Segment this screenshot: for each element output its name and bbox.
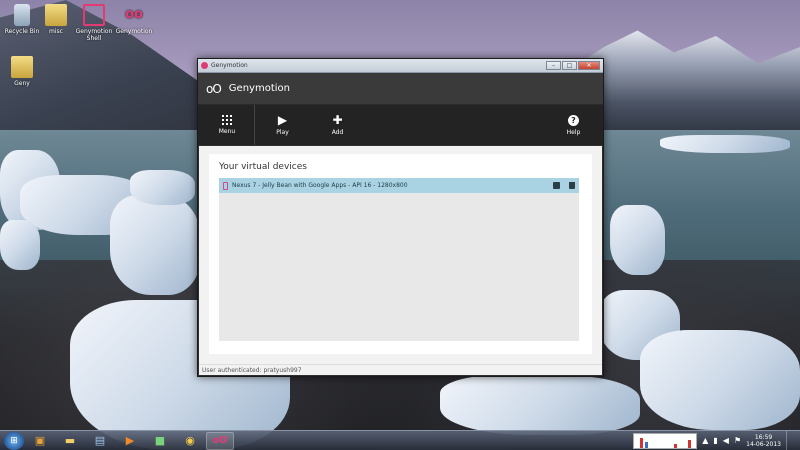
wallpaper-ice [130, 170, 195, 205]
taskbar-app-installer[interactable]: ▣ [26, 432, 54, 450]
media-player-icon: ▶ [125, 434, 135, 447]
menu-button[interactable]: Menu [200, 105, 255, 145]
genymotion-shell-icon [83, 4, 105, 26]
add-button-label: Add [331, 129, 344, 136]
help-button[interactable]: ? Help [546, 105, 601, 145]
installer-icon: ▣ [34, 434, 46, 447]
desktop-icon-label: Genymotion [115, 28, 153, 35]
system-tray: ▲ ▮ ◀ ⚑ 16:59 14-06-2013 [633, 430, 800, 450]
folder-icon [11, 56, 33, 78]
tray-arrow-icon[interactable]: ▲ [702, 436, 708, 445]
maximize-button[interactable]: □ [562, 61, 577, 70]
main-toolbar: Menu ▶ Play ✚ Add ? Help [198, 105, 603, 145]
genymotion-logo-icon: oO [206, 81, 222, 96]
titlebar-left: Genymotion [201, 62, 248, 69]
folder-icon: ▬ [64, 434, 76, 447]
clock-time: 16:59 [754, 433, 773, 441]
add-button[interactable]: ✚ Add [310, 105, 365, 145]
device-list[interactable]: Nexus 7 - Jelly Bean with Google Apps - … [219, 178, 579, 341]
app-icon [201, 62, 208, 69]
taskbar-app-media[interactable]: ▶ [116, 432, 144, 450]
device-name: Nexus 7 - Jelly Bean with Google Apps - … [232, 182, 408, 189]
desktop-icon-genymotion-shell[interactable]: Genymotion Shell [72, 4, 116, 42]
help-icon: ? [568, 114, 579, 126]
device-row[interactable]: Nexus 7 - Jelly Bean with Google Apps - … [219, 178, 579, 193]
help-button-label: Help [566, 128, 581, 136]
wallpaper-ice [440, 375, 640, 435]
taskbar: ⊞ ▣ ▬ ▤ ▶ ■ ◉ oO ▲ ▮ ◀ ⚑ 16:59 14-06-201… [0, 430, 800, 450]
meter-bar [688, 439, 692, 448]
wallpaper-ice [640, 330, 800, 430]
meter-bar [645, 441, 649, 448]
menu-button-label: Menu [218, 128, 236, 135]
app-header: oO Genymotion [198, 73, 603, 105]
device-settings-icon[interactable] [553, 182, 560, 189]
volume-icon[interactable]: ◀ [723, 436, 729, 445]
desktop-icon-label: misc [49, 28, 63, 35]
window-controls: – □ ✕ [546, 61, 600, 70]
desktop-icon-genymotion[interactable]: oo Genymotion [112, 4, 156, 35]
wallpaper-ice [110, 195, 200, 295]
section-title: Your virtual devices [219, 162, 307, 172]
network-meter-widget[interactable] [633, 432, 698, 449]
grid-menu-icon [222, 115, 232, 125]
start-button[interactable]: ⊞ [4, 431, 24, 450]
genymotion-icon: oo [125, 7, 143, 22]
taskbar-app-genymotion[interactable]: oO [206, 431, 234, 450]
window-title: Genymotion [211, 62, 248, 69]
taskbar-app-network[interactable]: ▤ [86, 432, 114, 450]
show-desktop-button[interactable] [786, 430, 794, 450]
taskbar-app-terminal[interactable]: ■ [146, 432, 174, 450]
play-button[interactable]: ▶ Play [255, 105, 310, 145]
wallpaper-ice [0, 220, 40, 270]
terminal-icon: ■ [154, 434, 166, 447]
action-center-icon[interactable]: ⚑ [734, 436, 741, 445]
play-button-label: Play [276, 129, 289, 136]
phone-icon [223, 181, 228, 190]
close-button[interactable]: ✕ [578, 61, 600, 70]
window-titlebar[interactable]: Genymotion – □ ✕ [198, 59, 603, 73]
genymotion-window: Genymotion – □ ✕ oO Genymotion Menu ▶ Pl… [197, 58, 604, 377]
taskbar-app-explorer[interactable]: ▬ [56, 432, 84, 450]
main-content: Your virtual devices Nexus 7 - Jelly Bea… [199, 146, 602, 365]
computer-icon: ▤ [94, 434, 106, 447]
plus-icon: ✚ [332, 113, 343, 127]
clock-date: 14-06-2013 [746, 440, 781, 448]
desktop-icon-geny[interactable]: Geny [0, 56, 44, 87]
genymotion-icon: oO [212, 435, 228, 446]
wallpaper-ice [660, 135, 790, 153]
chrome-icon: ◉ [185, 434, 195, 447]
devices-panel: Your virtual devices Nexus 7 - Jelly Bea… [209, 154, 592, 354]
folder-icon [45, 4, 67, 26]
row-actions [553, 182, 575, 189]
app-title: Genymotion [228, 83, 290, 94]
minimize-button[interactable]: – [546, 61, 561, 70]
recycle-bin-icon [14, 4, 30, 26]
desktop-icon-label: Geny [14, 80, 30, 87]
wallpaper-ice [610, 205, 665, 275]
taskbar-app-chrome[interactable]: ◉ [176, 432, 204, 450]
meter-bar [640, 437, 644, 448]
play-icon: ▶ [277, 113, 288, 127]
meter-bar [674, 443, 678, 448]
clock[interactable]: 16:59 14-06-2013 [746, 434, 781, 448]
network-icon[interactable]: ▮ [713, 436, 717, 445]
trash-icon[interactable] [569, 182, 575, 189]
status-bar: User authenticated: pratyush997 [199, 364, 602, 375]
desktop-icon-label: Genymotion Shell [75, 28, 113, 42]
